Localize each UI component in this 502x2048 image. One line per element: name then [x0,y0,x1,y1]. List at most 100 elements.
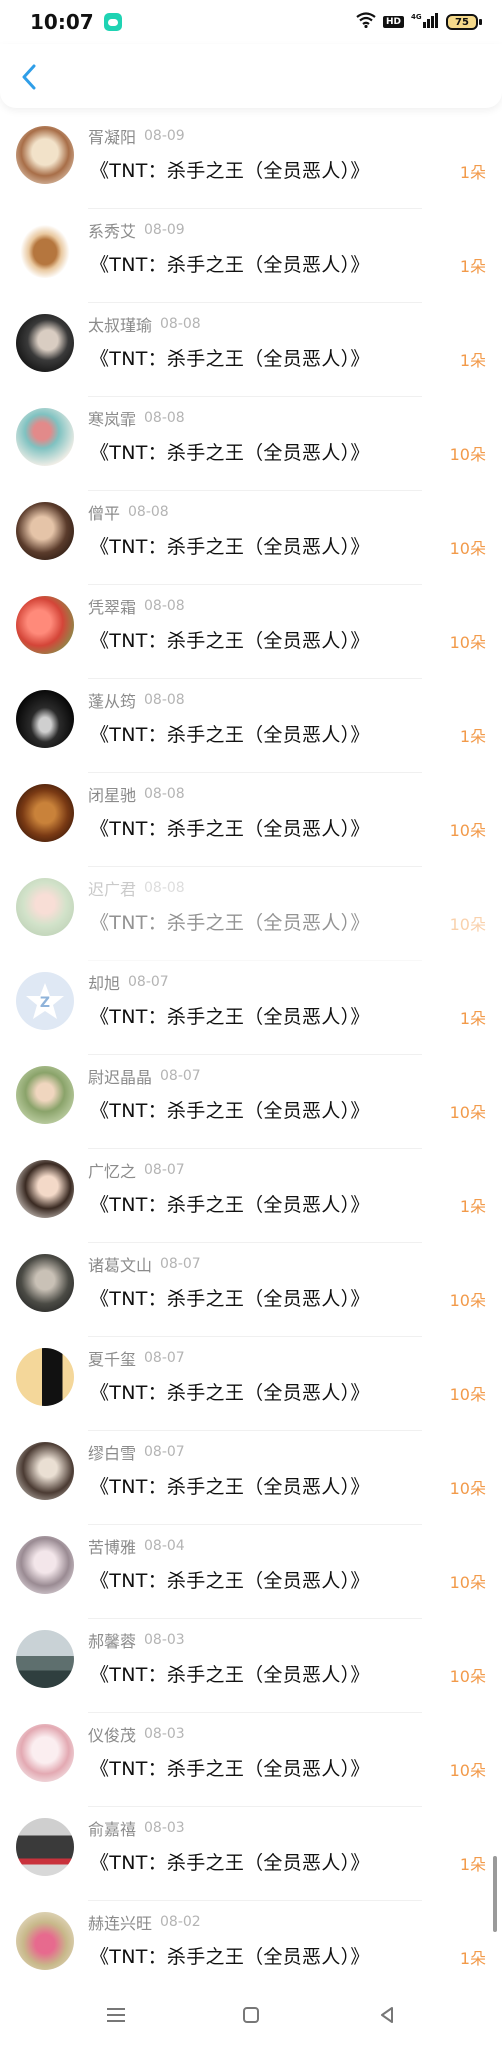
gift-amount: 10朵 [449,1573,486,1592]
list-item[interactable]: 蓬从筠 08-08 《TNT：杀手之王（全员恶人）》 1朵 [0,690,502,784]
avatar [16,878,74,936]
home-button[interactable] [231,1997,271,2033]
book-title: 《TNT：杀手之王（全员恶人）》 [90,1852,370,1874]
divider [88,1806,422,1807]
book-title: 《TNT：杀手之王（全员恶人）》 [90,1758,370,1780]
default-avatar-icon: Z [26,983,64,1019]
list-item[interactable]: 仪俊茂 08-03 《TNT：杀手之王（全员恶人）》 10朵 [0,1724,502,1818]
book-title: 《TNT：杀手之王（全员恶人）》 [90,1664,370,1686]
battery-level: 75 [455,16,469,28]
user-name: 仪俊茂 [88,1726,137,1745]
list-item[interactable]: 太叔瑾瑜 08-08 《TNT：杀手之王（全员恶人）》 1朵 [0,314,502,408]
book-title: 《TNT：杀手之王（全员恶人）》 [90,630,370,652]
gift-amount: 1朵 [459,1009,486,1028]
book-title: 《TNT：杀手之王（全员恶人）》 [90,1570,370,1592]
menu-button[interactable] [96,1997,136,2033]
list-item[interactable]: 苦博雅 08-04 《TNT：杀手之王（全员恶人）》 10朵 [0,1536,502,1630]
book-title: 《TNT：杀手之王（全员恶人）》 [90,348,370,370]
status-bar: 10:07 HD 4G 75 [0,0,502,44]
user-name: 迟广君 [88,880,137,899]
user-name: 蓬从筠 [88,692,137,711]
avatar [16,784,74,842]
record-date: 08-09 [144,128,185,144]
list-item[interactable]: 诸葛文山 08-07 《TNT：杀手之王（全员恶人）》 10朵 [0,1254,502,1348]
avatar [16,126,74,184]
divider [88,678,422,679]
list-item[interactable]: 僧平 08-08 《TNT：杀手之王（全员恶人）》 10朵 [0,502,502,596]
user-name: 诸葛文山 [88,1256,153,1275]
record-date: 08-08 [144,598,185,614]
avatar: Z [16,972,74,1030]
list-item[interactable]: Z 却旭 08-07 《TNT：杀手之王（全员恶人）》 1朵 [0,972,502,1066]
list-item[interactable]: 缪白雪 08-07 《TNT：杀手之王（全员恶人）》 10朵 [0,1442,502,1536]
gift-amount: 10朵 [449,821,486,840]
gift-amount: 10朵 [449,1291,486,1310]
avatar [16,1066,74,1124]
user-name: 闭星驰 [88,786,137,805]
record-date: 08-03 [144,1820,185,1836]
record-date: 08-04 [144,1538,185,1554]
record-date: 08-07 [160,1256,201,1272]
user-name: 缪白雪 [88,1444,137,1463]
back-button[interactable] [16,62,42,92]
list-item[interactable]: 迟广君 08-08 《TNT：杀手之王（全员恶人）》 10朵 [0,878,502,972]
record-date: 08-07 [128,974,169,990]
record-date: 08-08 [144,410,185,426]
record-date: 08-08 [144,786,185,802]
user-name: 却旭 [88,974,121,993]
scrollbar-thumb[interactable] [493,1856,497,1932]
avatar [16,1160,74,1218]
gift-amount: 1朵 [459,351,486,370]
gift-amount: 1朵 [459,1197,486,1216]
avatar [16,502,74,560]
menu-icon [106,2008,125,2022]
gift-amount: 1朵 [459,257,486,276]
book-title: 《TNT：杀手之王（全员恶人）》 [90,160,370,182]
gift-amount: 10朵 [449,445,486,464]
user-name: 系秀艾 [88,222,137,241]
gift-amount: 10朵 [449,633,486,652]
record-date: 08-07 [160,1068,201,1084]
list-item[interactable]: 寒岚霏 08-08 《TNT：杀手之王（全员恶人）》 10朵 [0,408,502,502]
book-title: 《TNT：杀手之王（全员恶人）》 [90,1476,370,1498]
wifi-icon [356,12,376,32]
divider [88,960,422,961]
list-item[interactable]: 广忆之 08-07 《TNT：杀手之王（全员恶人）》 1朵 [0,1160,502,1254]
avatar [16,220,74,278]
list-item[interactable]: 夏千玺 08-07 《TNT：杀手之王（全员恶人）》 10朵 [0,1348,502,1442]
user-name: 俞嘉禧 [88,1820,137,1839]
gift-amount: 10朵 [449,1385,486,1404]
divider [88,1618,422,1619]
list-item[interactable]: 尉迟晶晶 08-07 《TNT：杀手之王（全员恶人）》 10朵 [0,1066,502,1160]
divider [88,490,422,491]
divider [88,772,422,773]
back-triangle-icon [380,2007,393,2023]
list-item[interactable]: 凭翠霜 08-08 《TNT：杀手之王（全员恶人）》 10朵 [0,596,502,690]
record-date: 08-08 [144,692,185,708]
book-title: 《TNT：杀手之王（全员恶人）》 [90,724,370,746]
list-item[interactable]: 系秀艾 08-09 《TNT：杀手之王（全员恶人）》 1朵 [0,220,502,314]
avatar [16,1724,74,1782]
status-left: 10:07 [30,10,122,34]
system-back-button[interactable] [367,1997,407,2033]
divider [88,208,422,209]
user-name: 寒岚霏 [88,410,137,429]
avatar [16,1536,74,1594]
user-name: 胥凝阳 [88,128,137,147]
book-title: 《TNT：杀手之王（全员恶人）》 [90,1382,370,1404]
record-date: 08-08 [144,880,185,896]
avatar [16,408,74,466]
record-date: 08-07 [144,1444,185,1460]
list-item[interactable]: 胥凝阳 08-09 《TNT：杀手之王（全员恶人）》 1朵 [0,126,502,220]
avatar [16,1818,74,1876]
book-title: 《TNT：杀手之王（全员恶人）》 [90,912,370,934]
list-item[interactable]: 郝馨蓉 08-03 《TNT：杀手之王（全员恶人）》 10朵 [0,1630,502,1724]
list-item[interactable]: 俞嘉禧 08-03 《TNT：杀手之王（全员恶人）》 1朵 [0,1818,502,1912]
gift-amount: 10朵 [449,1479,486,1498]
svg-text:Z: Z [40,995,50,1011]
book-title: 《TNT：杀手之王（全员恶人）》 [90,1006,370,1028]
list-item[interactable]: 闭星驰 08-08 《TNT：杀手之王（全员恶人）》 10朵 [0,784,502,878]
home-square-icon [243,2007,259,2023]
divider [88,1242,422,1243]
divider [88,866,422,867]
